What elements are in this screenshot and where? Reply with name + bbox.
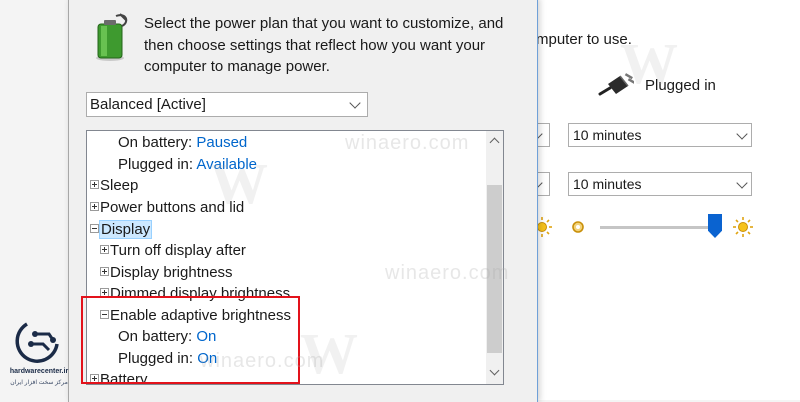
chevron-down-icon [349, 97, 361, 109]
plugged-in-display-select[interactable]: 10 minutes [568, 123, 752, 147]
circuit-logo-icon [15, 322, 59, 363]
power-plan-select-value: Balanced [Active] [90, 96, 206, 113]
logo-subtitle: مرکز سخت افزار ایران [10, 380, 68, 386]
plugged-in-sleep-select-value: 10 minutes [573, 176, 642, 192]
background-description-text: mputer to use. [536, 31, 632, 48]
watermark-text: winaero.com [345, 132, 470, 154]
watermark-logo: W [210, 151, 268, 216]
sun-bright-icon [733, 217, 753, 237]
battery-icon [96, 13, 128, 61]
logo-site-name: hardwarecenter.ir [9, 368, 69, 375]
watermark-text: winaero.com [385, 262, 510, 284]
dialog-instructions: Select the power plan that you want to c… [144, 15, 504, 75]
site-logo: hardwarecenter.ir مرکز سخت افزار ایران [4, 318, 74, 398]
plugged-in-sleep-select[interactable]: 10 minutes [568, 172, 752, 196]
expand-icon[interactable] [100, 267, 109, 276]
setting-value-link[interactable]: Paused [196, 134, 247, 151]
tree-item-sleep[interactable]: Sleep [90, 175, 138, 196]
scroll-down-icon[interactable] [489, 365, 500, 376]
brightness-slider-track[interactable] [600, 226, 716, 229]
power-plan-select[interactable]: Balanced [Active] [86, 92, 368, 117]
watermark-text: winaero.com [200, 350, 325, 372]
expand-icon[interactable] [90, 202, 99, 211]
chevron-down-icon [736, 128, 748, 140]
plugged-in-display-select-value: 10 minutes [573, 127, 642, 143]
tree-item-turn-off-display-after[interactable]: Turn off display after [100, 240, 246, 261]
sun-dim-icon [572, 221, 584, 233]
chevron-down-icon [736, 177, 748, 189]
tree-item-display[interactable]: Display [90, 219, 153, 240]
watermark-logo: W [620, 31, 678, 96]
collapse-icon[interactable] [90, 224, 99, 233]
scroll-up-icon[interactable] [489, 137, 500, 148]
expand-icon[interactable] [100, 245, 109, 254]
tree-item-display-brightness[interactable]: Display brightness [100, 262, 233, 283]
tree-scrollbar[interactable] [486, 131, 503, 384]
expand-icon[interactable] [90, 180, 99, 189]
